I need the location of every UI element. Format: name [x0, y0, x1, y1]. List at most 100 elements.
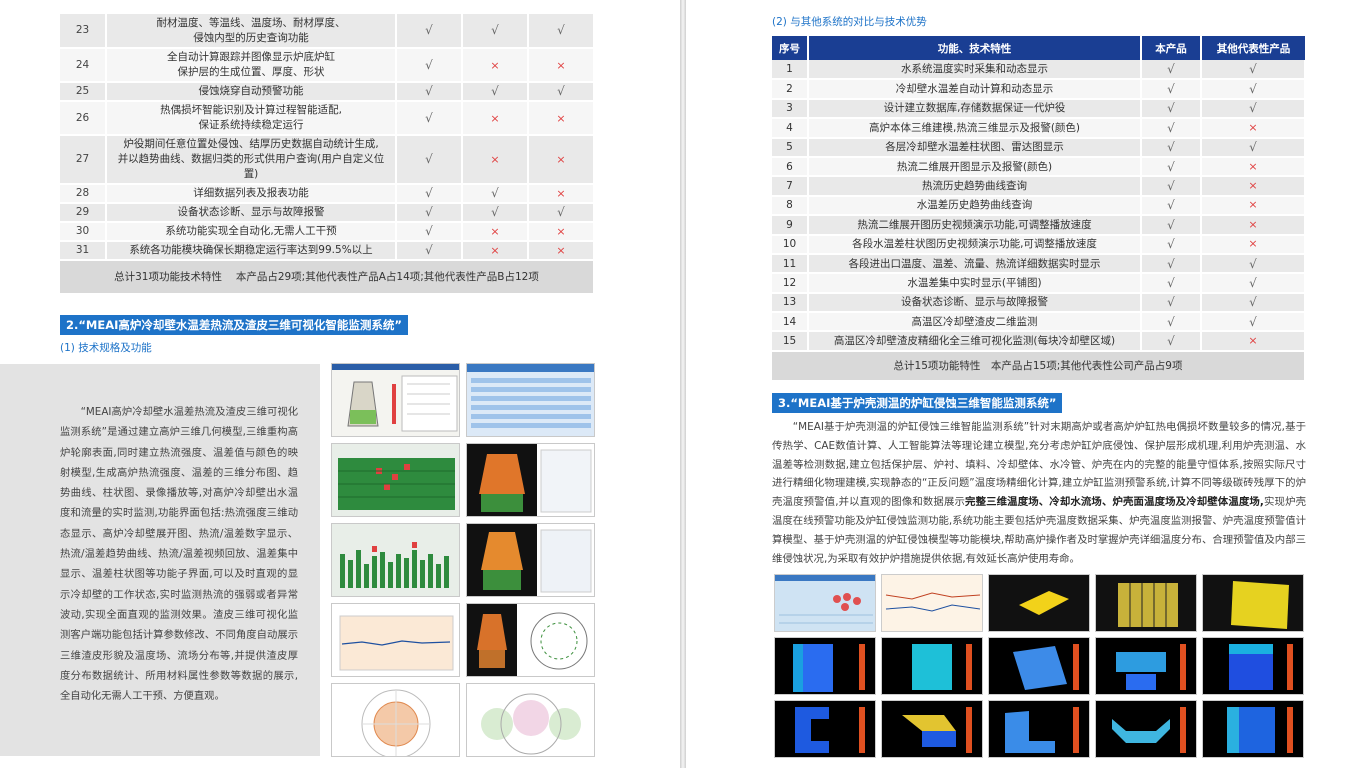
sim-shot-temp-field-1: [774, 637, 876, 695]
section2-intro: “MEAI高炉冷却壁水温差热流及渣皮三维可视化监测系统”是通过建立高炉三维几何模…: [60, 406, 298, 703]
check-mark-icon: √: [462, 184, 529, 204]
feature-number: 25: [60, 82, 107, 102]
feature-description-line: 侵蚀烧穿自动预警功能: [198, 85, 304, 97]
feature-description: 侵蚀烧穿自动预警功能: [106, 82, 397, 102]
comparison-row: 11 各段进出口温度、温差、流量、热流详细数据实时显示 √ √: [772, 253, 1306, 275]
sim-shot-temp-field-10: [1202, 700, 1304, 758]
sim-shot-layout: [774, 574, 876, 632]
feature-description: 详细数据列表及报表功能: [106, 184, 397, 204]
feature-number: 31: [60, 241, 107, 261]
feature-description-line: 耐材温度、等温线、温度场、耐材厚度、: [156, 16, 346, 29]
row-feature: 高炉本体三维建模,热流三维显示及报警(颜色): [808, 118, 1142, 139]
section3-text-bold: 完整三维温度场、冷却水流场、炉壳面温度场及冷却壁体温度场,: [965, 496, 1264, 509]
row-feature: 水温差集中实时显示(平铺图): [808, 273, 1142, 294]
row-number: 3: [772, 98, 809, 120]
row-number: 10: [772, 234, 809, 255]
cross-mark-icon: ×: [1201, 156, 1306, 178]
row-feature: 高温区冷却壁渣皮精细化全三维可视化监测(每块冷却壁区域): [808, 331, 1142, 352]
feature-row: 28 详细数据列表及报表功能 √ √ ×: [60, 184, 595, 204]
comparison-row: 13 设备状态诊断、显示与故障报警 √ √: [772, 292, 1306, 314]
comparison-row: 15 高温区冷却壁渣皮精细化全三维可视化监测(每块冷却壁区域) √ ×: [772, 331, 1306, 352]
screenshot-data-grid: [466, 363, 595, 437]
cross-mark-icon: ×: [528, 222, 595, 242]
cross-mark-icon: ×: [462, 48, 529, 83]
feature-description-line: 炉役期间任意位置处侵蚀、结厚历史数据自动统计生成,: [123, 138, 379, 150]
check-mark-icon: √: [396, 241, 463, 261]
section2-subtitle: (1) 技术规格及功能: [60, 342, 152, 354]
screenshot-layer-rings: [466, 683, 595, 757]
cross-mark-icon: ×: [528, 135, 595, 185]
feature-row: 23 耐材温度、等温线、温度场、耐材厚度、 侵蚀内型的历史查询功能 √ √ √: [60, 14, 595, 49]
comparison-subtitle: (2) 与其他系统的对比与技术优势: [772, 16, 927, 28]
col-header-no: 序号: [772, 36, 809, 60]
check-mark-icon: √: [1141, 60, 1202, 81]
sim-shot-temp-field-8: [988, 700, 1090, 758]
cross-mark-icon: ×: [462, 101, 529, 136]
cross-mark-icon: ×: [462, 135, 529, 185]
check-mark-icon: √: [1141, 176, 1202, 197]
feature-description-line: 保护层的生成位置、厚度、形状: [177, 66, 325, 78]
screenshot-furnace-3d: [331, 363, 460, 437]
cross-mark-icon: ×: [528, 101, 595, 136]
row-number: 14: [772, 312, 809, 333]
feature-description: 设备状态诊断、显示与故障报警: [106, 203, 397, 223]
comparison-row: 4 高炉本体三维建模,热流三维显示及报警(颜色) √ ×: [772, 118, 1306, 139]
comparison-row: 2 冷却壁水温差自动计算和动态显示 √ √: [772, 79, 1306, 100]
comparison-row: 3 设计建立数据库,存储数据保证一代炉役 √ √: [772, 98, 1306, 120]
sim-shot-temp-field-6: [774, 700, 876, 758]
cross-mark-icon: ×: [528, 241, 595, 261]
row-number: 6: [772, 156, 809, 178]
comparison-row: 1 水系统温度实时采集和动态显示 √ √: [772, 60, 1306, 81]
col-header-ours: 本产品: [1141, 36, 1202, 60]
sim-shot-temp-field-4: [1095, 637, 1197, 695]
feature-description: 全自动计算跟踪并图像显示炉底炉缸 保护层的生成位置、厚度、形状: [106, 48, 397, 83]
feature-description-line: 系统功能实现全自动化,无需人工干预: [165, 225, 337, 237]
comparison-row: 5 各层冷却壁水温差柱状图、雷达图显示 √ √: [772, 137, 1306, 158]
check-mark-icon: √: [1201, 253, 1306, 275]
row-number: 9: [772, 215, 809, 236]
check-mark-icon: √: [1201, 292, 1306, 314]
cross-mark-icon: ×: [1201, 118, 1306, 139]
cross-mark-icon: ×: [462, 241, 529, 261]
screenshot-radar-layout: [466, 603, 595, 677]
feature-description-line: 侵蚀内型的历史查询功能: [193, 31, 309, 44]
row-number: 5: [772, 137, 809, 158]
feature-comparison-table-continued: 23 耐材温度、等温线、温度场、耐材厚度、 侵蚀内型的历史查询功能 √ √ √ 24 全自动计…: [60, 14, 595, 295]
check-mark-icon: √: [462, 82, 529, 102]
feature-number: 28: [60, 184, 107, 204]
sim-shot-temp-field-9: [1095, 700, 1197, 758]
check-mark-icon: √: [396, 203, 463, 223]
check-mark-icon: √: [1141, 195, 1202, 217]
cross-mark-icon: ×: [1201, 176, 1306, 197]
comparison-row: 14 高温区冷却壁渣皮二维监测 √ √: [772, 312, 1306, 333]
sim-shot-block-yellow: [988, 574, 1090, 632]
section3-title: 3.“MEAI基于炉壳测温的炉缸侵蚀三维智能监测系统”: [772, 393, 1063, 413]
screenshot-trend-curve: [331, 603, 460, 677]
sim-shot-trend: [881, 574, 983, 632]
check-mark-icon: √: [1141, 331, 1202, 352]
cross-mark-icon: ×: [1201, 331, 1306, 352]
row-number: 15: [772, 331, 809, 352]
row-feature: 热流二维展开图显示及报警(颜色): [808, 156, 1142, 178]
row-feature: 热流二维展开图历史视频演示功能,可调整播放速度: [808, 215, 1142, 236]
comparison-row: 10 各段水温差柱状图历史视频演示功能,可调整播放速度 √ ×: [772, 234, 1306, 255]
sim-shot-pipe-grid: [1095, 574, 1197, 632]
check-mark-icon: √: [1141, 137, 1202, 158]
check-mark-icon: √: [528, 14, 595, 49]
row-number: 13: [772, 292, 809, 314]
row-feature: 冷却壁水温差自动计算和动态显示: [808, 79, 1142, 100]
feature-row: 24 全自动计算跟踪并图像显示炉底炉缸 保护层的生成位置、厚度、形状 √ × ×: [60, 48, 595, 83]
cross-mark-icon: ×: [462, 222, 529, 242]
check-mark-icon: √: [528, 203, 595, 223]
sim-shot-temp-field-2: [881, 637, 983, 695]
feature-description-line: 热偶损坏智能识别及计算过程智能适配,: [160, 104, 342, 116]
row-feature: 设备状态诊断、显示与故障报警: [808, 292, 1142, 314]
check-mark-icon: √: [1141, 98, 1202, 120]
row-feature: 各段水温差柱状图历史视频演示功能,可调整播放速度: [808, 234, 1142, 255]
system-comparison-table: 序号 功能、技术特性 本产品 其他代表性产品 1 水系统温度实时采集和动态显示 √ √…: [772, 36, 1306, 382]
feature-description-line: 并以趋势曲线、数据归类的形式供用户查询(用户自定义位置): [117, 153, 385, 180]
sim-shot-panel-yellow: [1202, 574, 1304, 632]
feature-description: 耐材温度、等温线、温度场、耐材厚度、 侵蚀内型的历史查询功能: [106, 14, 397, 49]
feature-description-line: 保证系统持续稳定运行: [198, 119, 304, 131]
check-mark-icon: √: [1141, 118, 1202, 139]
